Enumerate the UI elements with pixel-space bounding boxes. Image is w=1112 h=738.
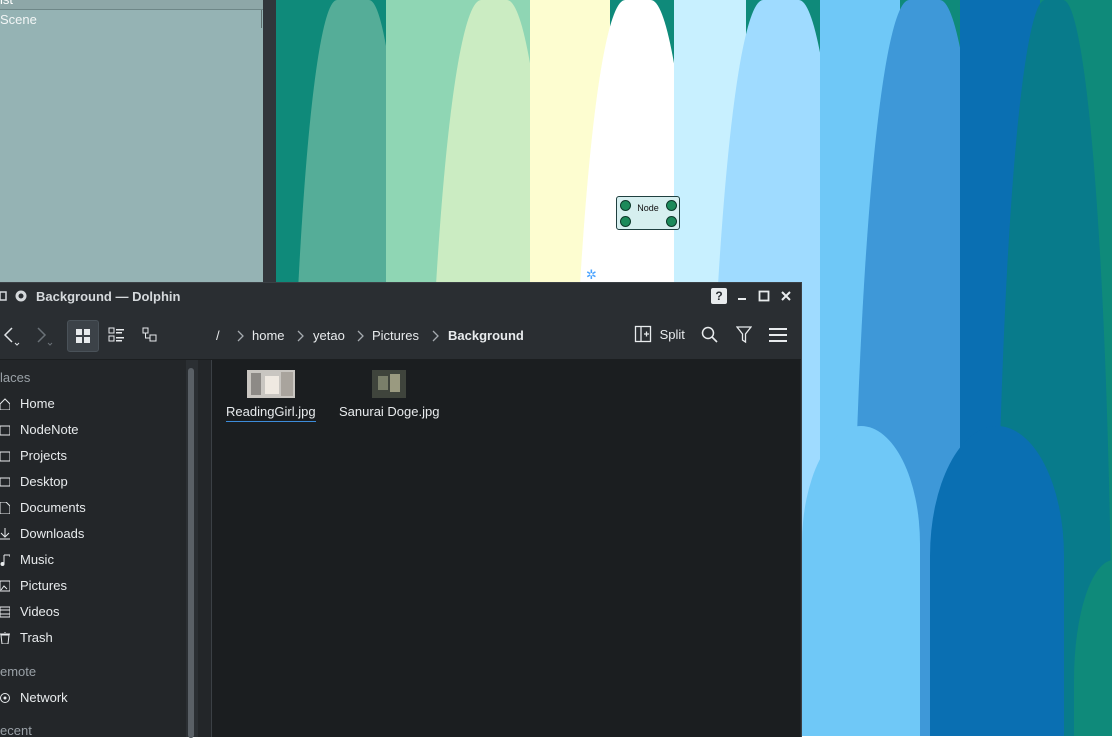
- details-view-button[interactable]: [135, 320, 165, 350]
- video-icon: [0, 606, 10, 618]
- canvas-band: [802, 426, 920, 736]
- back-button[interactable]: [0, 323, 24, 347]
- places-item-documents[interactable]: Documents: [0, 496, 186, 520]
- places-item-trash[interactable]: Trash: [0, 626, 186, 650]
- chevron-right-icon: [432, 330, 439, 342]
- forward-arrow-icon: [37, 327, 53, 346]
- document-icon: [0, 502, 10, 514]
- close-icon: [781, 291, 791, 301]
- places-item-label: Network: [20, 690, 68, 705]
- search-icon[interactable]: [701, 326, 719, 344]
- places-item-videos[interactable]: Videos: [0, 600, 186, 624]
- node-label: Node: [637, 203, 659, 213]
- scene-list-item-label: Scene: [0, 12, 37, 27]
- image-thumbnail: [246, 370, 295, 398]
- panel-splitter[interactable]: [263, 0, 276, 282]
- forward-button[interactable]: [32, 323, 56, 347]
- breadcrumb-pictures[interactable]: Pictures: [372, 328, 419, 343]
- maximize-button[interactable]: [756, 288, 772, 304]
- maximize-icon: [758, 290, 770, 302]
- image-icon: [0, 580, 10, 592]
- breadcrumb-home[interactable]: home: [252, 328, 285, 343]
- places-item-label: NodeNote: [20, 422, 79, 437]
- places-item-projects[interactable]: Projects: [0, 444, 186, 468]
- window-menu-icon[interactable]: [0, 289, 14, 303]
- chevron-right-icon: [357, 330, 364, 342]
- scene-list-header: ist: [0, 0, 263, 10]
- chevron-right-icon: [297, 330, 304, 342]
- places-item-music[interactable]: Music: [0, 548, 186, 572]
- grid-view-icon: [76, 329, 90, 343]
- places-item-label: Desktop: [20, 474, 68, 489]
- places-item-label: Projects: [20, 448, 67, 463]
- folder-icon: [0, 425, 10, 436]
- remote-section-header: emote: [0, 664, 37, 679]
- folder-icon: [0, 451, 10, 462]
- pin-icon[interactable]: [14, 289, 28, 303]
- breadcrumb-root[interactable]: /: [216, 328, 220, 343]
- places-item-network[interactable]: Network: [0, 686, 186, 710]
- places-section-header: laces: [0, 370, 31, 385]
- scene-list-header-label: ist: [0, 0, 13, 7]
- places-item-label: Pictures: [20, 578, 67, 593]
- places-item-label: Trash: [20, 630, 53, 645]
- scene-list-divider: [261, 10, 262, 28]
- places-item-label: Home: [20, 396, 55, 411]
- back-arrow-icon: [3, 327, 20, 346]
- file-name: Sanurai Doge.jpg: [339, 404, 440, 419]
- filter-icon[interactable]: [736, 326, 752, 344]
- compact-view-icon: [108, 327, 124, 342]
- places-panel: laces Home NodeNote Projects Desktop Doc…: [0, 360, 186, 738]
- network-icon: [0, 693, 10, 703]
- breadcrumb-yetao[interactable]: yetao: [313, 328, 345, 343]
- places-item-downloads[interactable]: Downloads: [0, 522, 186, 546]
- compact-view-button[interactable]: [101, 320, 131, 350]
- window-title: Background — Dolphin: [36, 289, 181, 304]
- split-view-icon: [634, 325, 652, 343]
- hamburger-menu-icon[interactable]: [769, 328, 787, 342]
- places-scrollbar[interactable]: [186, 360, 198, 738]
- scene-list-panel: ist Scene: [0, 0, 263, 282]
- help-button[interactable]: ?: [711, 288, 727, 304]
- image-thumbnail: [372, 370, 407, 398]
- scrollbar-thumb[interactable]: [188, 368, 194, 738]
- sparkle-icon: ✲: [586, 267, 597, 282]
- icons-view-button[interactable]: [67, 320, 99, 352]
- trash-icon: [0, 632, 10, 644]
- home-icon: [0, 398, 10, 410]
- places-item-desktop[interactable]: Desktop: [0, 470, 186, 494]
- split-button[interactable]: Split: [634, 325, 685, 343]
- download-icon: [0, 528, 10, 540]
- node-input-port[interactable]: [620, 216, 631, 227]
- file-item[interactable]: ReadingGirl.jpg: [226, 370, 316, 422]
- file-name: ReadingGirl.jpg: [226, 404, 316, 422]
- places-item-label: Downloads: [20, 526, 85, 541]
- close-button[interactable]: [778, 288, 794, 304]
- chevron-right-icon: [237, 330, 244, 342]
- scene-list-item[interactable]: Scene: [0, 10, 262, 30]
- file-view[interactable]: ReadingGirl.jpg Sanurai Doge.jpg: [211, 360, 800, 737]
- minimize-button[interactable]: [734, 288, 750, 304]
- tree-view-icon: [142, 327, 157, 342]
- breadcrumb-background[interactable]: Background: [448, 328, 524, 343]
- music-icon: [0, 554, 10, 566]
- file-item[interactable]: Sanurai Doge.jpg: [339, 370, 439, 419]
- places-item-label: Documents: [20, 500, 86, 515]
- toolbar: / home yetao Pictures Background Split: [0, 311, 801, 360]
- node-widget[interactable]: Node: [616, 196, 680, 230]
- minimize-icon: [738, 298, 746, 300]
- places-item-label: Music: [20, 552, 54, 567]
- places-item-label: Videos: [20, 604, 60, 619]
- split-label: Split: [659, 326, 685, 342]
- places-item-pictures[interactable]: Pictures: [0, 574, 186, 598]
- canvas-band: [930, 426, 1064, 736]
- dolphin-window: Background — Dolphin ? / home yetao Pict…: [0, 282, 802, 738]
- node-output-port[interactable]: [666, 216, 677, 227]
- places-item-nodenote[interactable]: NodeNote: [0, 418, 186, 442]
- places-item-home[interactable]: Home: [0, 392, 186, 416]
- desktop-icon: [0, 477, 10, 487]
- window-titlebar[interactable]: Background — Dolphin ?: [0, 283, 801, 311]
